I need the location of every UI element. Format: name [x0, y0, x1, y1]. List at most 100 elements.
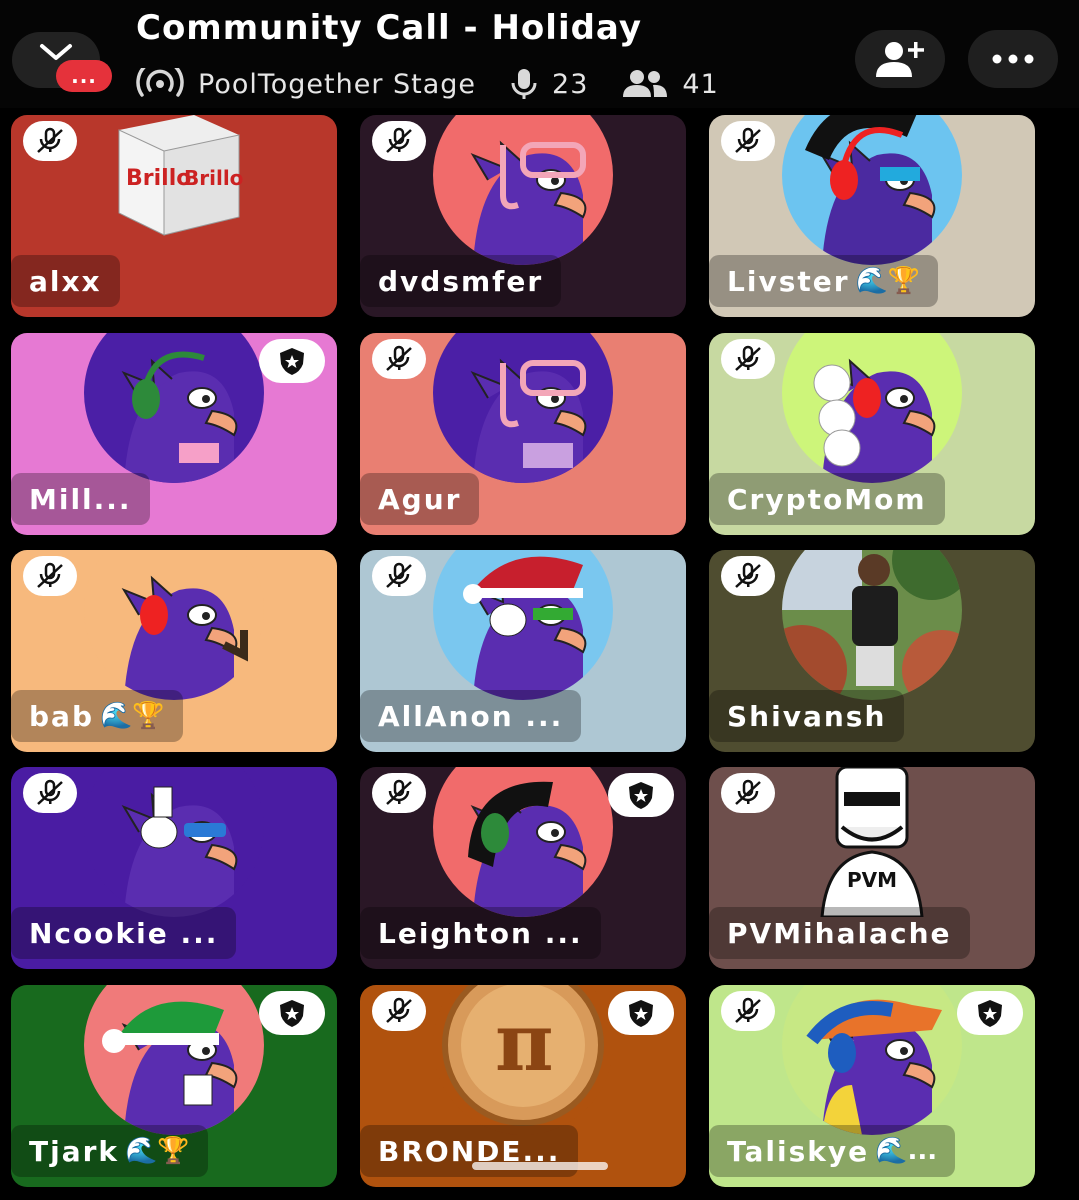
participant-name-pill: dvdsmfer	[360, 255, 562, 307]
more-options-button[interactable]	[968, 30, 1058, 88]
listeners-count: 41	[682, 68, 719, 100]
participant-name-pill: bab 🌊🏆	[11, 690, 183, 742]
participant-name: Livster	[727, 264, 850, 298]
avatar: π	[433, 985, 613, 1135]
participant-tile[interactable]: π BRONDE...	[360, 985, 686, 1187]
avatar	[84, 767, 264, 917]
muted-mic-icon	[372, 991, 426, 1031]
svg-text:Brillo: Brillo	[184, 166, 243, 190]
minimize-stage-button[interactable]: ...	[12, 32, 112, 92]
avatar	[84, 550, 264, 700]
svg-text:Brillo: Brillo	[126, 166, 191, 191]
live-indicator: ...	[56, 60, 112, 92]
avatar	[782, 115, 962, 265]
muted-mic-icon	[372, 339, 426, 379]
participant-name: Taliskye	[727, 1134, 870, 1168]
participant-name-pill: Leighton ...	[360, 907, 601, 959]
participant-tile[interactable]: Ncookie ...	[11, 767, 337, 969]
muted-mic-icon	[23, 556, 77, 596]
muted-mic-icon	[721, 339, 775, 379]
participant-tile[interactable]: Shivansh	[709, 550, 1035, 752]
participant-name-pill: Tjark 🌊🏆	[11, 1125, 208, 1177]
stage-name: PoolTogether Stage	[198, 68, 477, 100]
muted-mic-icon	[372, 121, 426, 161]
invite-button[interactable]	[855, 30, 945, 88]
participant-name: AllAnon ...	[378, 699, 564, 733]
more-icon	[992, 54, 1034, 64]
participant-name-pill: Agur	[360, 473, 480, 525]
participant-name-pill: PVMihalache	[709, 907, 970, 959]
svg-text:π: π	[495, 995, 554, 1089]
participant-tile[interactable]: CryptoMom	[709, 333, 1035, 535]
participant-name-pill: Livster 🌊🏆	[709, 255, 939, 307]
avatar	[433, 767, 613, 917]
stage-icon	[136, 68, 184, 97]
avatar: PVM	[782, 767, 962, 917]
moderator-shield-icon	[608, 773, 674, 817]
muted-mic-icon	[372, 773, 426, 813]
participant-name: Agur	[378, 482, 462, 516]
participant-name-pill: Taliskye 🌊...	[709, 1125, 956, 1177]
participant-name: Mill...	[29, 482, 132, 516]
speakers-count: 23	[552, 68, 589, 100]
participant-tile[interactable]: dvdsmfer	[360, 115, 686, 317]
participant-name: Tjark	[29, 1134, 120, 1168]
participant-tile[interactable]: Mill...	[11, 333, 337, 535]
participant-tile[interactable]: Taliskye 🌊...	[709, 985, 1035, 1187]
avatar: Brillo Brillo	[84, 115, 264, 265]
avatar	[433, 333, 613, 483]
svg-text:PVM: PVM	[847, 868, 897, 892]
participant-name-pill: AllAnon ...	[360, 690, 582, 742]
moderator-shield-icon	[608, 991, 674, 1035]
stage-info: PoolTogether Stage 23 41	[136, 64, 719, 104]
add-user-icon	[876, 42, 924, 77]
participant-name: dvdsmfer	[378, 264, 544, 298]
participant-tile[interactable]: bab 🌊🏆	[11, 550, 337, 752]
participant-name-pill: Ncookie ...	[11, 907, 237, 959]
participant-name: Leighton ...	[378, 916, 583, 950]
participant-tile[interactable]: Leighton ...	[360, 767, 686, 969]
muted-mic-icon	[23, 121, 77, 161]
muted-mic-icon	[721, 773, 775, 813]
muted-mic-icon	[721, 991, 775, 1031]
badge-emoji: 🌊🏆	[125, 1136, 190, 1166]
participant-tile[interactable]: AllAnon ...	[360, 550, 686, 752]
avatar	[782, 550, 962, 700]
participant-name-pill: Shivansh	[709, 690, 905, 742]
participant-name: alxx	[29, 264, 102, 298]
avatar	[433, 115, 613, 265]
home-indicator[interactable]	[472, 1162, 608, 1170]
muted-mic-icon	[721, 121, 775, 161]
muted-mic-icon	[721, 556, 775, 596]
badge-emoji: 🌊...	[875, 1136, 938, 1166]
participant-name: Ncookie ...	[29, 916, 219, 950]
avatar	[433, 550, 613, 700]
moderator-shield-icon	[957, 991, 1023, 1035]
participant-name: CryptoMom	[727, 482, 927, 516]
participant-name-pill: alxx	[11, 255, 120, 307]
page-title: Community Call - Holiday	[136, 8, 642, 48]
participant-tile[interactable]: Tjark 🌊🏆	[11, 985, 337, 1187]
avatar	[782, 333, 962, 483]
muted-mic-icon	[372, 556, 426, 596]
moderator-shield-icon	[259, 991, 325, 1035]
participant-name: PVMihalache	[727, 916, 952, 950]
participant-name-pill: Mill...	[11, 473, 150, 525]
moderator-shield-icon	[259, 339, 325, 383]
avatar	[84, 333, 264, 483]
participant-tile[interactable]: PVM PVMihalache	[709, 767, 1035, 969]
badge-emoji: 🌊🏆	[855, 266, 921, 296]
people-icon	[623, 70, 668, 97]
participant-name-pill: CryptoMom	[709, 473, 945, 525]
participant-tile[interactable]: Brillo Brillo alxx	[11, 115, 337, 317]
avatar	[84, 985, 264, 1135]
muted-mic-icon	[23, 773, 77, 813]
participant-name: Shivansh	[727, 699, 887, 733]
badge-emoji: 🌊🏆	[99, 701, 165, 731]
participant-tile[interactable]: Livster 🌊🏆	[709, 115, 1035, 317]
avatar	[782, 985, 962, 1135]
participant-tile[interactable]: Agur	[360, 333, 686, 535]
microphone-icon	[511, 69, 537, 99]
participant-name: bab	[29, 699, 94, 733]
stage-header: ... Community Call - Holiday PoolTogethe…	[0, 0, 1079, 108]
